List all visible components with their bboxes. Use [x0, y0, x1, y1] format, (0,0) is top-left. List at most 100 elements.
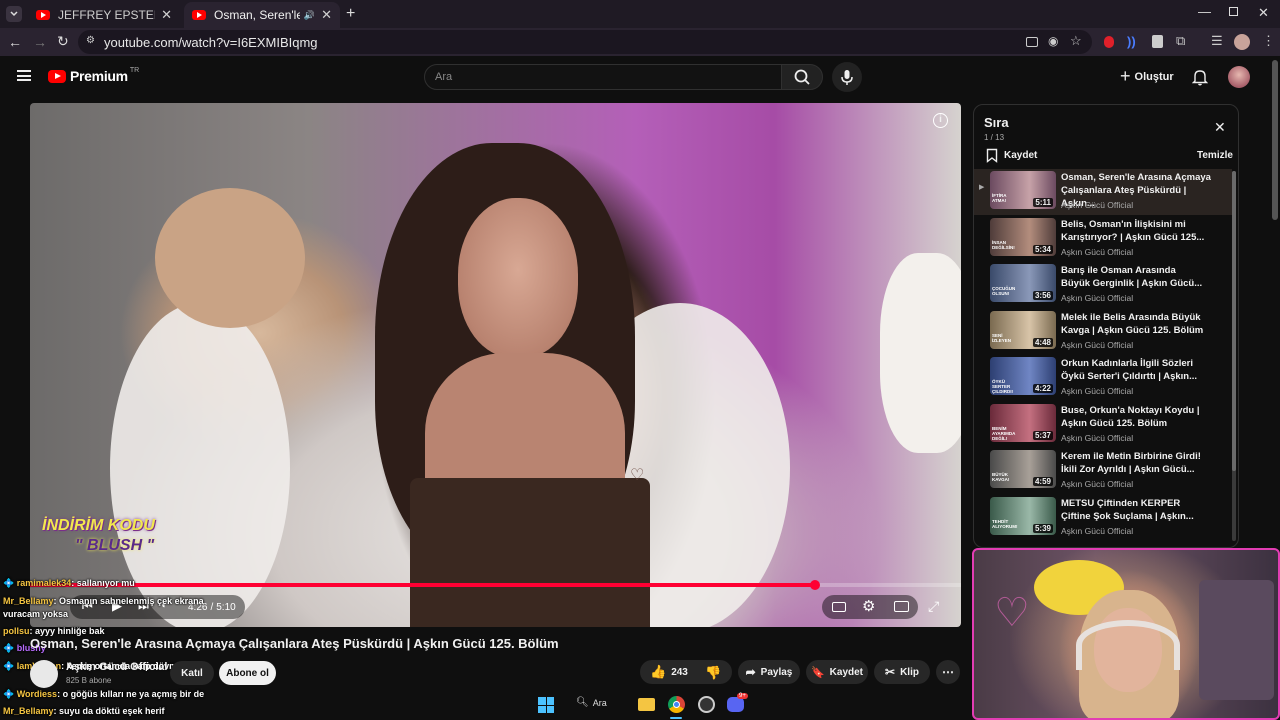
- url-text[interactable]: youtube.com/watch?v=I6EXMIBIqmg: [104, 35, 318, 50]
- audio-playing-icon[interactable]: 🔊: [304, 10, 315, 21]
- queue-item[interactable]: TEHDİT ALIYORUM! 5:39 METSU Çiftinden KERP…: [974, 495, 1232, 541]
- taskbar-search[interactable]: 🔍︎ Ara: [576, 697, 607, 708]
- join-button[interactable]: Katıl: [170, 661, 214, 685]
- queue-item[interactable]: ▶ İFTİRA ATMA! 5:11 Osman, Seren'le Arasına…: [974, 169, 1232, 215]
- chat-message: Mr_Bellamy: Osmanın sahnelenmiş çek ekra…: [3, 596, 204, 619]
- queue-thumbnail[interactable]: İNSAN DEĞİLSİN! 5:34: [990, 217, 1056, 256]
- like-button[interactable]: 👍 243: [650, 664, 688, 680]
- queue-thumbnail[interactable]: TEHDİT ALIYORUM! 5:39: [990, 496, 1056, 535]
- subtitles-icon[interactable]: [832, 602, 846, 612]
- browser-tab-active[interactable]: Osman, Seren'le Arasına Aç 🔊 ✕: [184, 2, 340, 28]
- windows-start-icon[interactable]: [538, 697, 554, 713]
- miniplayer-icon[interactable]: [894, 601, 909, 612]
- channel-avatar[interactable]: [30, 660, 58, 688]
- queue-thumbnail[interactable]: BÜYÜK KAVGA! 4:59: [990, 450, 1056, 488]
- more-actions-button[interactable]: ⋯: [936, 660, 960, 684]
- cast-icon[interactable]: [1026, 37, 1038, 47]
- forward-button[interactable]: →: [33, 34, 47, 50]
- queue-thumbnail[interactable]: SENİ İZLEYEN 4:48: [990, 310, 1056, 349]
- extension-blue-icon[interactable]: )): [1127, 34, 1136, 49]
- tab-list-dropdown-icon[interactable]: [6, 6, 22, 22]
- progress-scrubber[interactable]: [809, 580, 820, 590]
- search-input[interactable]: Ara: [424, 64, 782, 90]
- extension-red-icon[interactable]: [1104, 36, 1114, 48]
- bookmark-star-icon[interactable]: ☆: [1070, 33, 1082, 49]
- teddy-bear: [155, 188, 305, 328]
- queue-item-channel: Aşkın Gücü Official: [1061, 479, 1134, 489]
- queue-item[interactable]: ÖYKÜ SERTER ÇILDIRDI! 4:22 Orkun Kadınlarl…: [974, 355, 1232, 401]
- tattoo-heart-icon: ♡: [630, 467, 645, 484]
- close-tab-icon[interactable]: ✕: [321, 7, 332, 23]
- account-avatar[interactable]: [1228, 66, 1250, 88]
- queue-duration: 4:48: [1032, 337, 1053, 347]
- share-button[interactable]: ➦ Paylaş: [738, 660, 800, 684]
- queue-item[interactable]: BÜYÜK KAVGA! 4:59 Kerem ile Metin Birbirin…: [974, 448, 1232, 494]
- extensions-puzzle-icon[interactable]: ⧉: [1176, 33, 1185, 49]
- save-video-button[interactable]: 🔖 Kaydet: [806, 660, 868, 684]
- settings-gear-icon[interactable]: ⚙: [862, 597, 875, 615]
- queue-thumbnail[interactable]: İFTİRA ATMA! 5:11: [990, 171, 1056, 209]
- queue-item-title: Buse, Orkun'a Noktayı Koydu | Aşkın Gücü …: [1061, 404, 1200, 429]
- new-tab-button[interactable]: +: [346, 5, 355, 23]
- shelf-plushies: [1199, 580, 1274, 700]
- queue-item-title: Orkun Kadınlarla İlgili Sözleri Öykü Sert…: [1061, 358, 1198, 382]
- restore-window-button[interactable]: [1229, 7, 1238, 16]
- queue-item[interactable]: ÇOCUĞUN OLSUN! 3:56 Barış ile Osman Arasın…: [974, 262, 1232, 308]
- minimize-window-button[interactable]: —: [1198, 4, 1211, 19]
- page-scrollbar[interactable]: [1272, 60, 1278, 220]
- queue-thumbnail[interactable]: BENİM AYARIMDA DEĞİL! 5:37: [990, 403, 1056, 442]
- search-button[interactable]: [781, 64, 823, 90]
- queue-item-channel: Aşkın Gücü Official: [1061, 432, 1134, 443]
- taskbar-app-icon[interactable]: [698, 696, 715, 713]
- dislike-button[interactable]: 👎: [705, 664, 721, 682]
- file-explorer-icon[interactable]: [638, 698, 655, 711]
- chrome-icon[interactable]: [668, 696, 685, 713]
- queue-item[interactable]: İNSAN DEĞİLSİN! 5:34 Belis, Osman'ın İlişk…: [974, 216, 1232, 262]
- discord-icon[interactable]: [727, 697, 744, 712]
- subscribe-button[interactable]: Abone ol: [219, 661, 276, 685]
- close-tab-icon[interactable]: ✕: [161, 7, 172, 23]
- queue-list: ▶ İFTİRA ATMA! 5:11 Osman, Seren'le Arasına…: [974, 169, 1238, 547]
- channel-name[interactable]: Aşkın Gücü Official: [66, 661, 167, 673]
- close-queue-icon[interactable]: ✕: [1214, 119, 1226, 136]
- scissors-icon: ✂: [885, 665, 896, 679]
- fullscreen-icon[interactable]: ⤢: [928, 598, 939, 615]
- promo-code-value: " BLUSH ": [75, 537, 155, 554]
- headphones: [1076, 620, 1180, 670]
- active-app-indicator: [670, 717, 682, 719]
- notifications-bell-icon[interactable]: [1192, 68, 1208, 86]
- search-icon: [794, 69, 810, 85]
- queue-item[interactable]: SENİ İZLEYEN 4:48 Melek ile Belis Arasında…: [974, 309, 1232, 355]
- reading-list-icon[interactable]: ☰: [1211, 33, 1223, 49]
- clear-queue-button[interactable]: Temizle: [1197, 150, 1233, 161]
- youtube-logo[interactable]: Premium TR: [48, 67, 139, 84]
- queue-item[interactable]: BENİM AYARIMDA DEĞİL! 5:37 Buse, Orkun'a N…: [974, 402, 1232, 448]
- create-button[interactable]: + Oluştur: [1120, 66, 1174, 87]
- address-bar[interactable]: ⚙ youtube.com/watch?v=I6EXMIBIqmg ◉ ☆: [78, 30, 1092, 54]
- progress-bar[interactable]: [30, 580, 961, 590]
- queue-thumbnail[interactable]: ÖYKÜ SERTER ÇILDIRDI! 4:22: [990, 357, 1056, 395]
- clip-button[interactable]: ✂ Klip: [874, 660, 930, 684]
- back-button[interactable]: ←: [8, 34, 22, 50]
- profile-avatar-icon[interactable]: [1234, 34, 1250, 50]
- logo-text: Premium: [70, 68, 128, 84]
- site-info-icon[interactable]: ⚙: [86, 35, 95, 46]
- extension-shield-icon[interactable]: [1152, 35, 1163, 48]
- close-window-button[interactable]: ✕: [1258, 5, 1269, 21]
- browser-tab[interactable]: JEFFREY EPSTEIN'IN ADASINA G ✕: [28, 2, 180, 28]
- more-dots-icon: ⋯: [942, 665, 954, 679]
- reload-button[interactable]: ↻: [57, 33, 69, 50]
- tracking-protection-icon[interactable]: ◉: [1048, 34, 1058, 48]
- video-player[interactable]: ♡ i İNDİRİM KODU " BLUSH " ⏮ ▶ ⏭ ◖ 4:26 …: [30, 103, 961, 627]
- queue-scroll-thumb[interactable]: [1232, 171, 1236, 471]
- queue-scrollbar[interactable]: [1232, 171, 1236, 541]
- voice-search-button[interactable]: [832, 62, 862, 92]
- video-info-icon[interactable]: i: [933, 113, 948, 128]
- hamburger-menu-icon[interactable]: [17, 70, 31, 81]
- save-queue-button[interactable]: Kaydet: [986, 148, 1037, 163]
- queue-item-channel: Aşkın Gücü Official: [1061, 200, 1134, 210]
- white-fur-cushion: [110, 303, 290, 627]
- browser-menu-icon[interactable]: ⋮: [1262, 33, 1275, 49]
- queue-thumbnail[interactable]: ÇOCUĞUN OLSUN! 3:56: [990, 264, 1056, 302]
- chat-message: pollsu: ayyy hinliğe bak: [3, 626, 105, 636]
